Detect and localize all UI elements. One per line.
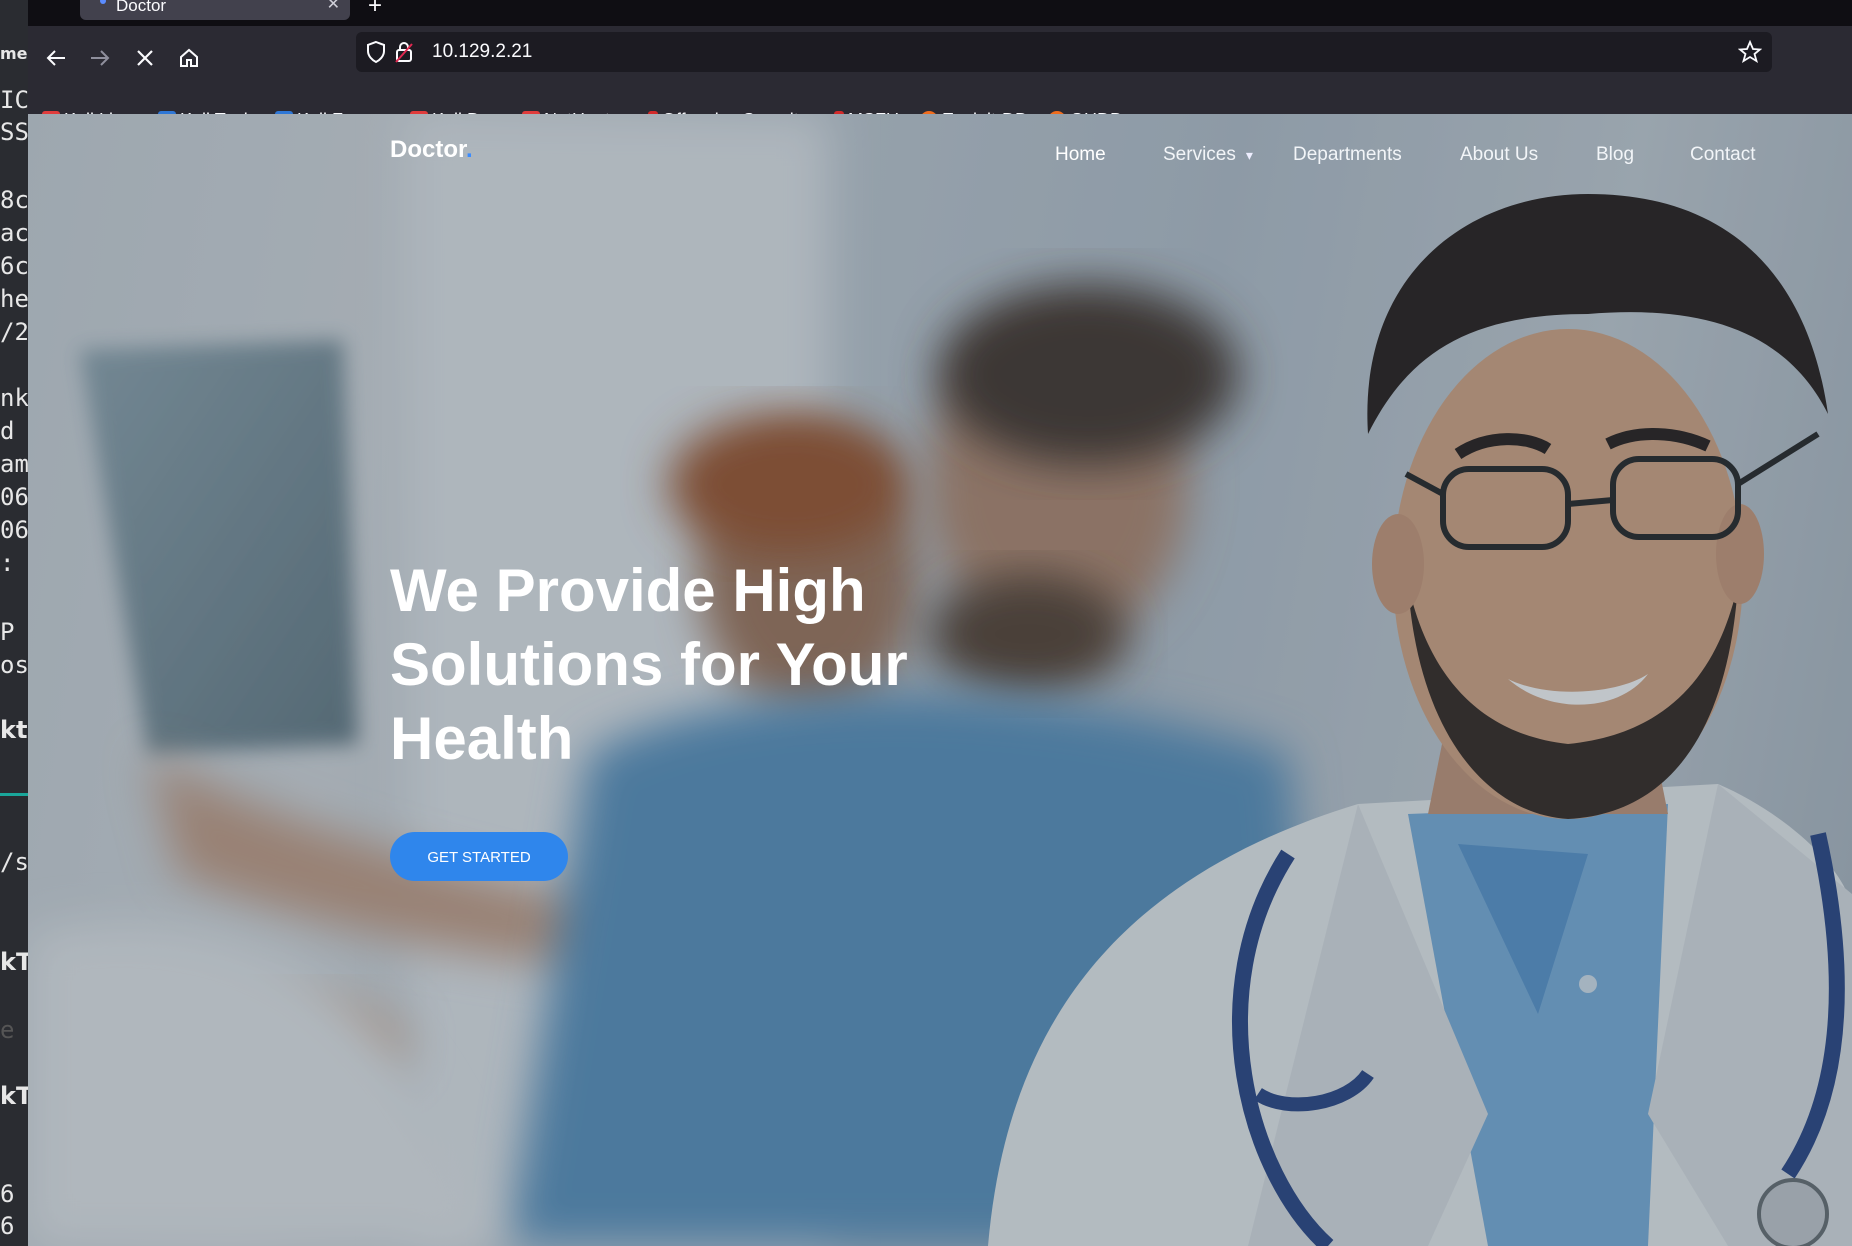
terminal-window: me IC SS 8c ac 6c he /2 nk d am 06 06 : … — [0, 0, 28, 1246]
stop-icon — [137, 50, 153, 66]
tab-loading-icon — [100, 0, 106, 4]
bookmark-star-icon[interactable] — [1737, 39, 1763, 69]
terminal-line: kt — [0, 716, 28, 744]
nav-about-us[interactable]: About Us — [1460, 144, 1538, 166]
home-icon — [180, 48, 198, 67]
hero-title: We Provide High Solutions for Your Healt… — [390, 557, 908, 772]
terminal-line: 6 — [0, 1212, 15, 1240]
web-page-viewport: Doctor. Home Services ▾ Departments About… — [28, 114, 1852, 1246]
terminal-divider — [0, 793, 28, 796]
arrow-right-icon — [91, 50, 110, 66]
site-logo[interactable]: Doctor. — [390, 136, 473, 164]
get-started-button[interactable]: GET STARTED — [390, 832, 568, 881]
terminal-line: e — [0, 1016, 15, 1044]
terminal-line: kT — [0, 1082, 28, 1110]
terminal-line: he — [0, 285, 28, 313]
nav-blog[interactable]: Blog — [1596, 144, 1634, 166]
home-button[interactable] — [169, 38, 209, 78]
terminal-line: /s — [0, 848, 28, 876]
terminal-line: SS — [0, 118, 28, 146]
terminal-line: d — [0, 417, 15, 445]
tab-bar: Doctor ✕ + — [28, 0, 1852, 26]
terminal-line: /2 — [0, 318, 28, 346]
tab-doctor[interactable]: Doctor ✕ — [80, 0, 350, 20]
navigation-toolbar: 10.129.2.21 Kali Linux Kali Tools Kali F… — [28, 26, 1852, 146]
new-tab-button[interactable]: + — [368, 0, 382, 20]
terminal-line: 06 — [0, 483, 28, 511]
terminal-line: 6 — [0, 1180, 15, 1208]
site-logo-dot: . — [466, 136, 473, 163]
terminal-line: kT — [0, 948, 28, 976]
url-text[interactable]: 10.129.2.21 — [432, 41, 532, 63]
terminal-line: am — [0, 450, 28, 478]
nav-services[interactable]: Services ▾ — [1163, 144, 1253, 166]
chevron-down-icon: ▾ — [1245, 147, 1253, 163]
site-logo-text: Doctor — [390, 136, 467, 163]
terminal-line: os — [0, 651, 28, 679]
terminal-line: P — [0, 618, 15, 646]
terminal-line: IC — [0, 86, 28, 114]
nav-departments[interactable]: Departments — [1293, 144, 1402, 166]
url-bar[interactable]: 10.129.2.21 — [356, 32, 1772, 72]
tab-title: Doctor — [116, 0, 167, 15]
terminal-line: me — [0, 44, 28, 63]
terminal-line: 8c — [0, 186, 28, 214]
terminal-line: ac — [0, 219, 28, 247]
nav-services-label: Services — [1163, 144, 1236, 165]
back-button[interactable] — [36, 38, 76, 78]
shield-icon[interactable] — [366, 40, 386, 69]
nav-home[interactable]: Home — [1055, 144, 1106, 166]
insecure-lock-icon[interactable] — [394, 40, 414, 69]
browser-window: Doctor ✕ + 10.129.2.21 Doctor. Home Serv… — [28, 0, 1852, 1246]
close-icon[interactable]: ✕ — [327, 0, 340, 14]
stop-button[interactable] — [125, 38, 165, 78]
terminal-line: 6c — [0, 252, 28, 280]
forward-button[interactable] — [80, 38, 120, 78]
terminal-line: 06 — [0, 516, 28, 544]
arrow-left-icon — [46, 50, 65, 66]
nav-contact[interactable]: Contact — [1690, 144, 1755, 166]
terminal-line: : — [0, 549, 15, 577]
terminal-line: nk — [0, 384, 28, 412]
